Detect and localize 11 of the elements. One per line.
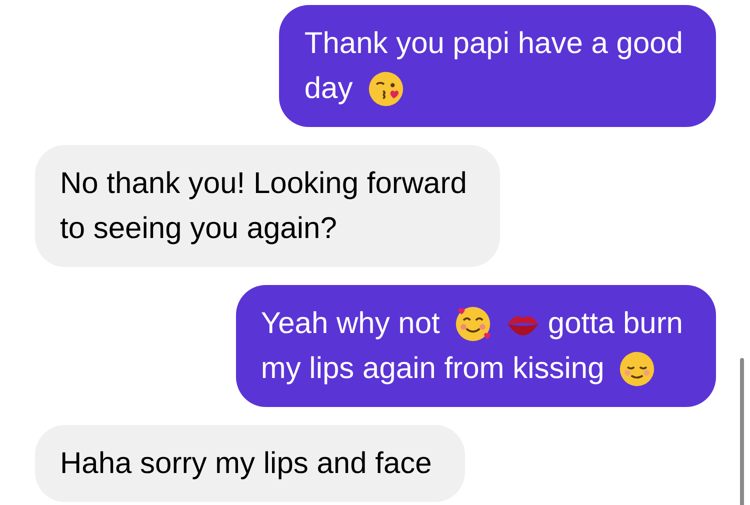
message-text: gotta burn — [548, 306, 683, 342]
message-text: Haha sorry my lips and face — [60, 446, 432, 482]
kissing-face-icon — [366, 70, 405, 108]
message-text: Yeah why not — [260, 306, 440, 342]
message-text: my lips again from kissing — [260, 351, 604, 387]
smiling-face-hearts-icon — [454, 304, 492, 342]
relieved-face-icon — [618, 350, 656, 388]
message-text: No thank you! Looking forward — [60, 166, 467, 202]
message-text: day — [304, 71, 353, 107]
message-text: Thank you papi have a good — [304, 26, 683, 62]
message-text: to seeing you again? — [60, 211, 337, 247]
